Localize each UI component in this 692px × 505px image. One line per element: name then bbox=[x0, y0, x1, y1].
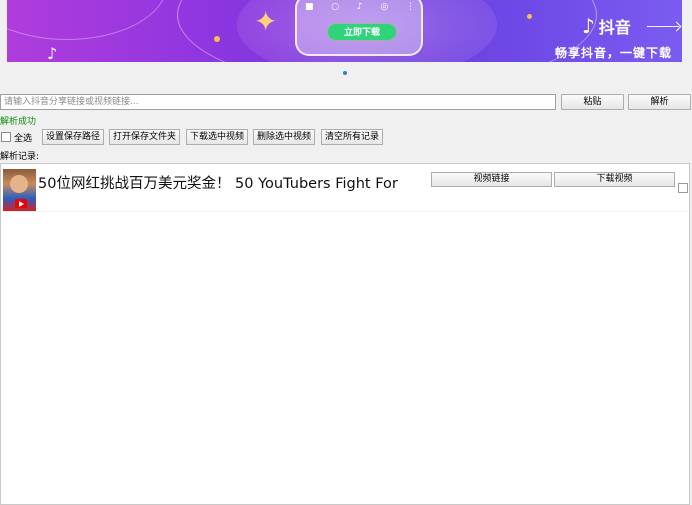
video-title: 50位网红挑战百万美元奖金！ 50 YouTubers Fight For bbox=[38, 176, 398, 192]
delete-selected-button[interactable]: 删除选中视频 bbox=[253, 129, 316, 145]
message-icon: ◎ bbox=[380, 2, 389, 12]
home-icon: ■ bbox=[305, 2, 314, 12]
records-list[interactable]: 50位网红挑战百万美元奖金！ 50 YouTubers Fight For 视频… bbox=[0, 163, 690, 505]
phone-mockup: ■ ○ ♪ ◎ ⋮ 立即下载 bbox=[295, 0, 423, 56]
open-save-folder-button[interactable]: 打开保存文件夹 bbox=[109, 129, 181, 145]
video-thumbnail bbox=[3, 169, 36, 211]
more-icon: ⋮ bbox=[405, 2, 415, 12]
download-video-button[interactable]: 下载视频 bbox=[554, 172, 675, 187]
parse-button[interactable]: 解析 bbox=[628, 94, 691, 110]
youtube-icon bbox=[15, 199, 27, 208]
tiktok-logo-icon: ♪ bbox=[356, 2, 363, 12]
select-all-label[interactable]: 全选 bbox=[14, 131, 32, 144]
download-selected-button[interactable]: 下载选中视频 bbox=[186, 129, 249, 145]
records-label: 解析记录: bbox=[0, 152, 40, 162]
row-checkbox[interactable] bbox=[678, 183, 688, 193]
video-link-button[interactable]: 视频链接 bbox=[431, 172, 552, 187]
banner-decoration bbox=[527, 14, 532, 19]
search-icon: ○ bbox=[331, 2, 340, 12]
thumbnail-face bbox=[10, 175, 28, 193]
carousel-indicator[interactable] bbox=[343, 71, 347, 75]
banner-decoration bbox=[7, 0, 167, 40]
brand-logo: ♪ 抖音 bbox=[582, 14, 631, 38]
phone-nav-icons: ■ ○ ♪ ◎ ⋮ bbox=[305, 2, 415, 12]
banner-decoration bbox=[214, 36, 220, 42]
tiktok-logo-icon: ♪ bbox=[47, 44, 58, 62]
arrow-right-icon bbox=[647, 26, 679, 27]
url-input[interactable] bbox=[0, 94, 556, 110]
status-text: 解析成功 bbox=[0, 117, 37, 127]
set-save-path-button[interactable]: 设置保存路径 bbox=[42, 129, 105, 145]
clear-all-button[interactable]: 清空所有记录 bbox=[321, 129, 384, 145]
list-item[interactable]: 50位网红挑战百万美元奖金！ 50 YouTubers Fight For 视频… bbox=[1, 164, 689, 212]
brand-name: 抖音 bbox=[598, 18, 631, 37]
tiktok-logo-icon: ♪ bbox=[582, 14, 595, 38]
banner-tagline: 畅享抖音，一键下载 bbox=[555, 46, 673, 60]
ad-banner[interactable]: ✦ ♪ ■ ○ ♪ ◎ ⋮ 立即下载 ♪ 抖音 畅享抖音，一键下载 bbox=[7, 0, 682, 62]
select-all-checkbox[interactable] bbox=[1, 132, 11, 142]
paste-button[interactable]: 粘贴 bbox=[561, 94, 624, 110]
sparkle-icon: ✦ bbox=[254, 5, 278, 38]
banner-download-button[interactable]: 立即下载 bbox=[327, 23, 397, 41]
